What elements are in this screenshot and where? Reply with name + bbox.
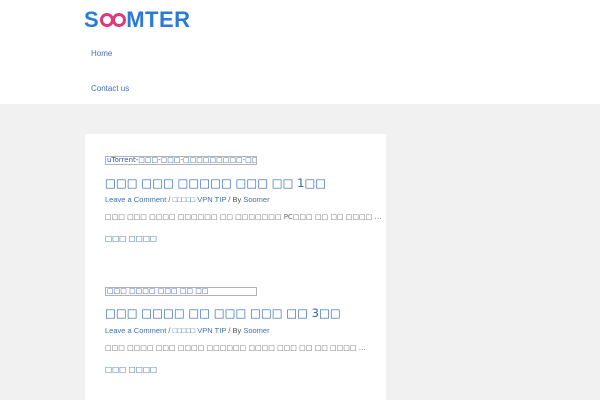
logo-text-left: S	[84, 7, 100, 32]
category-link[interactable]: □□□□□ VPN TIP	[173, 326, 227, 335]
post-excerpt: □□□ □□□□ □□□ □□□□ □□□□□□ □□□□ □□□ □□ □□ …	[105, 344, 366, 352]
category-link[interactable]: □□□□□ VPN TIP	[173, 195, 227, 204]
post-list: uTorrent-□□□-□□□-□□□□□□□□□-□□□□ □□□ □□□ …	[85, 134, 386, 400]
post-meta: Leave a Comment / □□□□□ VPN TIP / By Soo…	[105, 195, 270, 204]
logo-infinity-icon	[99, 13, 126, 27]
category-prefix: □□□□□	[172, 326, 196, 335]
meta-by: / By	[226, 326, 244, 335]
author-link[interactable]: Soomer	[243, 326, 269, 335]
post-title-link[interactable]: □□□ □□□ □□□□□ □□□ □□ 1□□	[105, 176, 326, 190]
leave-comment-link[interactable]: Leave a Comment	[105, 195, 166, 204]
site-logo[interactable]: S MTER	[84, 7, 191, 33]
leave-comment-link[interactable]: Leave a Comment	[105, 326, 166, 335]
site-header: S MTER Home Contact us	[0, 0, 600, 104]
logo-text-right: MTER	[126, 7, 191, 32]
category-name: VPN TIP	[195, 195, 227, 204]
post-excerpt: □□□ □□□ □□□□ □□□□□□ □□ □□□□□□□ PC□□□ □□ …	[105, 213, 382, 221]
post-meta: Leave a Comment / □□□□□ VPN TIP / By Soo…	[105, 326, 270, 335]
nav-contact-link[interactable]: Contact us	[91, 84, 129, 93]
read-more-link[interactable]: □□□ □□□□	[105, 365, 157, 374]
nav-home-link[interactable]: Home	[91, 49, 112, 58]
meta-by: / By	[226, 195, 244, 204]
post-thumbnail[interactable]: □□□ □□□□ □□□ □□ □□	[105, 287, 257, 296]
post-thumbnail[interactable]: uTorrent-□□□-□□□-□□□□□□□□□-□□□□	[105, 156, 257, 165]
author-link[interactable]: Soomer	[243, 195, 269, 204]
category-prefix: □□□□□	[172, 195, 196, 204]
category-name: VPN TIP	[195, 326, 227, 335]
post-title-link[interactable]: □□□ □□□□ □□ □□□ □□□ □□ 3□□	[105, 306, 341, 320]
read-more-link[interactable]: □□□ □□□□	[105, 234, 157, 243]
